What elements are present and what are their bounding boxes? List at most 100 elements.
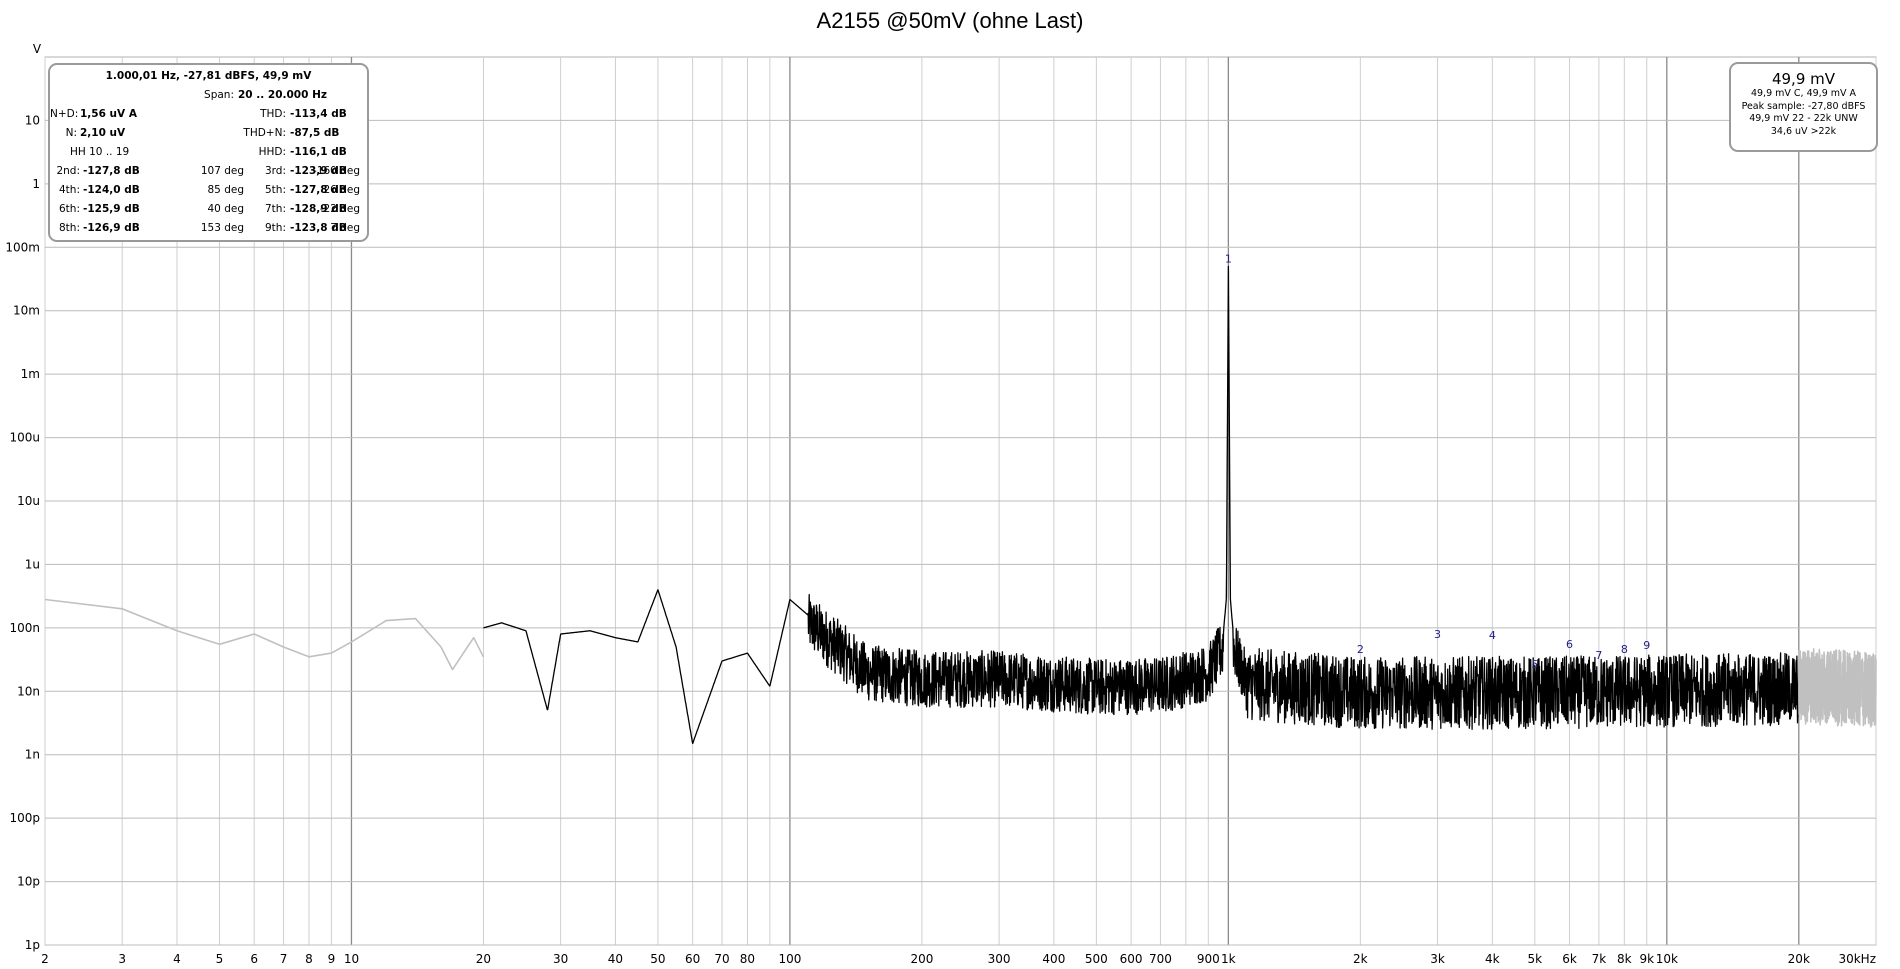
x-tick-label: 7k bbox=[1592, 952, 1607, 966]
x-tick-label: 8k bbox=[1617, 952, 1632, 966]
thdn-value: -87,5 dB bbox=[290, 127, 340, 139]
harmonic-marker-label: 6 bbox=[1566, 638, 1573, 651]
span-value: 20 .. 20.000 Hz bbox=[238, 89, 327, 101]
x-tick-label: 8 bbox=[305, 952, 313, 966]
harmonic-label: 4th: bbox=[59, 184, 80, 196]
x-tick-label: 2k bbox=[1353, 952, 1368, 966]
x-tick-label: 3 bbox=[118, 952, 126, 966]
x-tick-label: 100 bbox=[778, 952, 801, 966]
span-label: Span: bbox=[204, 89, 234, 101]
y-tick-label: 10n bbox=[17, 684, 40, 698]
y-axis-label: V bbox=[33, 42, 42, 56]
harmonic-level: -127,8 dB bbox=[83, 165, 140, 177]
nd-value: 1,56 uV A bbox=[80, 108, 137, 120]
harmonic-label: 6th: bbox=[59, 203, 80, 215]
y-axis-tick-labels: 10 1 100m 10m 1m 100u 10u 1u 100n 10n 1n 100p 10p 1p bbox=[5, 113, 40, 952]
fft-plot-window: A2155 @50mV (ohne Last) 10 1 100m 10m 1m 100u… bbox=[0, 0, 1900, 969]
x-tick-label: 6 bbox=[250, 952, 258, 966]
harmonic-level: -124,0 dB bbox=[83, 184, 140, 196]
harmonic-phase: -22 deg bbox=[319, 203, 360, 215]
x-tick-label: 3k bbox=[1430, 952, 1445, 966]
y-tick-label: 1m bbox=[21, 367, 40, 381]
x-tick-label: 20k bbox=[1788, 952, 1810, 966]
nd-label: N+D: bbox=[50, 108, 79, 120]
harmonic-phase: 7 deg bbox=[330, 222, 360, 234]
harmonic-row: 4th: -124,0 dB 85 deg 5th: -127,8 dB 26 … bbox=[50, 184, 367, 202]
x-tick-label: 900 bbox=[1197, 952, 1220, 966]
hhd-value: -116,1 dB bbox=[290, 146, 347, 158]
peak-sample: Peak sample: -27,80 dBFS bbox=[1741, 100, 1866, 112]
harmonic-row: 8th: -126,9 dB 153 deg 9th: -123,8 dB 7 … bbox=[50, 222, 367, 240]
y-tick-label: 1 bbox=[32, 177, 40, 191]
x-tick-label: 30kHz bbox=[1838, 952, 1876, 966]
thdn-label: THD+N: bbox=[243, 127, 286, 139]
y-tick-label: 100p bbox=[9, 811, 40, 825]
series-line bbox=[44, 598, 485, 671]
harmonic-level: -126,9 dB bbox=[83, 222, 140, 234]
harmonic-level: -125,9 dB bbox=[83, 203, 140, 215]
x-tick-label: 20 bbox=[476, 952, 491, 966]
x-tick-label: 6k bbox=[1562, 952, 1577, 966]
y-tick-label: 10m bbox=[13, 304, 40, 318]
n-value: 2,10 uV bbox=[80, 127, 126, 139]
harmonic-label: 5th: bbox=[265, 184, 286, 196]
x-tick-label: 5 bbox=[216, 952, 224, 966]
harmonic-marker-label: 9 bbox=[1643, 639, 1650, 652]
y-tick-label: 100m bbox=[5, 240, 40, 254]
x-tick-label: 600 bbox=[1120, 952, 1143, 966]
harmonic-label: 3rd: bbox=[264, 165, 286, 177]
x-tick-label: 4k bbox=[1485, 952, 1500, 966]
harmonic-label: 8th: bbox=[59, 222, 80, 234]
measurement-summary-panel[interactable]: 1.000,01 Hz, -27,81 dBFS, 49,9 mV Span: … bbox=[48, 63, 369, 242]
n-label: N: bbox=[65, 127, 77, 139]
series-line bbox=[483, 265, 1800, 745]
x-tick-label: 60 bbox=[685, 952, 700, 966]
x-tick-label: 400 bbox=[1042, 952, 1065, 966]
level-readout-panel[interactable]: 49,9 mV 49,9 mV C, 49,9 mV A Peak sample… bbox=[1729, 62, 1878, 152]
x-axis-tick-labels: 2 3 4 5 6 7 8 9 10 20 30 40 50 60 70 80 100 200 300 400 500 6… bbox=[41, 952, 1876, 966]
harmonic-row: 6th: -125,9 dB 40 deg 7th: -128,9 dB -22… bbox=[50, 203, 367, 221]
y-tick-label: 10 bbox=[25, 113, 40, 127]
y-tick-label: 1p bbox=[25, 938, 40, 952]
harmonic-marker-label: 4 bbox=[1489, 629, 1496, 642]
level-weighted: 49,9 mV C, 49,9 mV A bbox=[1750, 88, 1857, 99]
thd-value: -113,4 dB bbox=[290, 108, 347, 120]
y-tick-label: 100n bbox=[9, 621, 40, 635]
harmonic-marker-label: 3 bbox=[1434, 628, 1441, 641]
x-tick-label: 5k bbox=[1528, 952, 1543, 966]
harmonic-label: 2nd: bbox=[56, 165, 80, 177]
y-tick-label: 100u bbox=[9, 431, 40, 445]
harmonic-marker-label: 7 bbox=[1595, 649, 1602, 662]
level-value: 49,9 mV bbox=[1771, 70, 1836, 88]
harmonic-label: 9th: bbox=[265, 222, 286, 234]
series-group bbox=[44, 265, 1877, 745]
fundamental-header: 1.000,01 Hz, -27,81 dBFS, 49,9 mV bbox=[105, 70, 312, 82]
harmonic-marker-label: 1 bbox=[1225, 252, 1232, 265]
x-tick-label: 9k bbox=[1639, 952, 1654, 966]
x-tick-label: 50 bbox=[650, 952, 665, 966]
x-tick-label: 200 bbox=[910, 952, 933, 966]
x-tick-label: 70 bbox=[714, 952, 729, 966]
harmonic-marker-label: 2 bbox=[1357, 643, 1364, 656]
x-tick-label: 300 bbox=[988, 952, 1011, 966]
x-tick-label: 10 bbox=[344, 952, 359, 966]
x-tick-label: 9 bbox=[328, 952, 336, 966]
harmonic-label: 7th: bbox=[265, 203, 286, 215]
harmonic-phase: 26 deg bbox=[323, 184, 361, 196]
x-tick-label: 10k bbox=[1656, 952, 1678, 966]
harmonic-phase: -160 deg bbox=[313, 165, 360, 177]
x-tick-label: 500 bbox=[1085, 952, 1108, 966]
y-tick-label: 10p bbox=[17, 875, 40, 889]
x-tick-label: 80 bbox=[740, 952, 755, 966]
x-tick-label: 2 bbox=[41, 952, 49, 966]
x-tick-label: 40 bbox=[608, 952, 623, 966]
x-tick-label: 700 bbox=[1149, 952, 1172, 966]
x-tick-label: 1k bbox=[1221, 952, 1236, 966]
series-line bbox=[1798, 648, 1877, 728]
y-tick-label: 1u bbox=[25, 557, 40, 571]
level-unweighted: 49,9 mV 22 - 22k UNW bbox=[1749, 113, 1858, 124]
harmonic-marker-label: 5 bbox=[1531, 658, 1538, 671]
harmonic-marker-label: 8 bbox=[1621, 643, 1628, 656]
harmonic-row: 2nd: -127,8 dB 107 deg 3rd: -123,9 dB -1… bbox=[50, 165, 367, 183]
hh-range-label: HH 10 .. 19 bbox=[70, 146, 130, 158]
